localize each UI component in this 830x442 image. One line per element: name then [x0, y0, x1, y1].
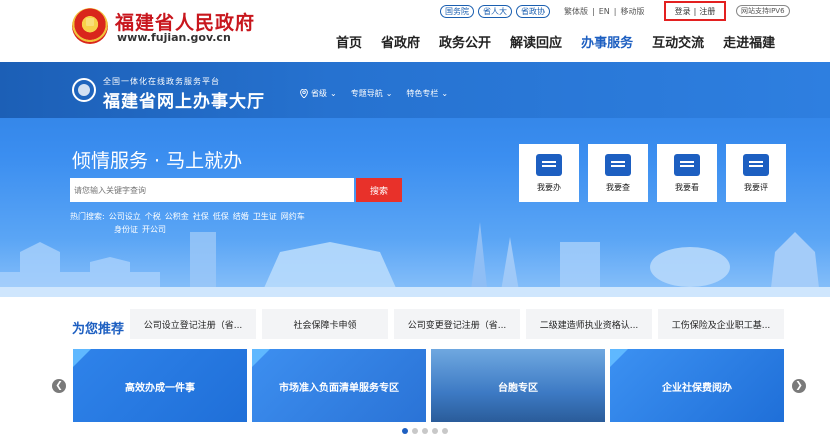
link-cppcc[interactable]: 省政协 — [516, 4, 550, 18]
search-input[interactable] — [70, 178, 354, 202]
carousel-prev-button[interactable]: ❮ — [52, 379, 66, 393]
new-tag — [610, 349, 628, 367]
region-label: 省级 — [311, 89, 327, 98]
carousel-dot[interactable] — [442, 428, 448, 434]
nav-government[interactable]: 省政府 — [381, 32, 420, 51]
chevron-down-icon: ⌄ — [330, 89, 337, 98]
carousel-dot[interactable] — [432, 428, 438, 434]
feature-card-label: 市场准入负面清单服务专区 — [279, 383, 399, 394]
link-provincial-congress[interactable]: 省人大 — [478, 4, 512, 18]
carousel-dot[interactable] — [412, 428, 418, 434]
quick-action-query[interactable]: 我要查 — [588, 144, 648, 202]
chevron-left-icon: ❮ — [55, 381, 63, 391]
feature-card-label: 高效办成一件事 — [125, 383, 195, 394]
chevron-down-icon: ⌄ — [441, 89, 449, 98]
login-link[interactable]: 登录 — [675, 6, 691, 17]
platform-title[interactable]: 福建省网上办事大厅 — [103, 87, 265, 112]
special-column-nav[interactable]: 特色专栏 ⌄ — [406, 88, 448, 99]
recommend-label: 为您推荐 — [72, 322, 125, 337]
quick-action-label: 我要查 — [606, 182, 630, 192]
platform-subtitle: 全国一体化在线政务服务平台 — [103, 77, 220, 86]
hero-slogan: 倾情服务 · 马上就办 — [72, 150, 243, 172]
location-pin-icon — [300, 89, 308, 98]
register-link[interactable]: 注册 — [699, 6, 715, 17]
chevron-right-icon: ❯ — [795, 381, 803, 391]
hero-banner: 全国一体化在线政务服务平台 福建省网上办事大厅 省级 ⌄ 专题导航 ⌄ 特色专栏… — [0, 62, 830, 297]
quick-action-label: 我要办 — [537, 182, 561, 192]
doc-icon — [536, 153, 562, 176]
link-state-council[interactable]: 国务院 — [440, 4, 474, 18]
login-register-box: 登录 | 注册 — [664, 1, 726, 21]
city-skyline-illustration — [0, 222, 830, 297]
new-tag — [73, 349, 91, 367]
special-column-label: 特色专栏 — [406, 89, 439, 98]
site-url: www.fujian.gov.cn — [117, 31, 231, 44]
top-links: 国务院 省人大 省政协 繁体版 | EN | 移动版 — [440, 4, 644, 18]
platform-nav: 省级 ⌄ 专题导航 ⌄ 特色专栏 ⌄ — [300, 88, 448, 99]
carousel-dot[interactable] — [422, 428, 428, 434]
feature-card-taiwan[interactable]: 台胞专区 — [431, 349, 605, 422]
nav-interpretation[interactable]: 解读回应 — [510, 32, 562, 51]
main-nav: 首页 省政府 政务公开 解读回应 办事服务 互动交流 走进福建 — [336, 32, 775, 51]
nav-interaction[interactable]: 互动交流 — [652, 32, 704, 51]
feature-card-label: 台胞专区 — [498, 383, 538, 394]
chat-icon — [743, 153, 769, 176]
recommend-item[interactable]: 公司变更登记注册（省... — [394, 309, 520, 339]
topic-nav-label: 专题导航 — [350, 89, 383, 98]
nav-about-fujian[interactable]: 走进福建 — [723, 32, 775, 51]
site-header: 福建省人民政府 www.fujian.gov.cn 国务院 省人大 省政协 繁体… — [0, 0, 830, 62]
carousel-dot[interactable] — [402, 428, 408, 434]
quick-action-view[interactable]: 我要看 — [657, 144, 717, 202]
link-traditional[interactable]: 繁体版 — [564, 6, 588, 17]
quick-action-label: 我要评 — [744, 182, 768, 192]
platform-emblem-icon — [72, 78, 96, 102]
feature-card-label: 企业社保费阅办 — [662, 383, 732, 394]
recommend-item[interactable]: 公司设立登记注册（省... — [130, 309, 256, 339]
feature-card-market-access[interactable]: 市场准入负面清单服务专区 — [252, 349, 426, 422]
region-selector[interactable]: 省级 ⌄ — [300, 88, 337, 99]
link-mobile[interactable]: 移动版 — [620, 6, 644, 17]
nav-services[interactable]: 办事服务 — [581, 32, 633, 51]
quick-action-do[interactable]: 我要办 — [519, 144, 579, 202]
feature-card-social-security[interactable]: 企业社保费阅办 — [610, 349, 784, 422]
monitor-search-icon — [605, 153, 631, 176]
search-button[interactable]: 搜索 — [356, 178, 402, 202]
recommend-item[interactable]: 工伤保险及企业职工基... — [658, 309, 784, 339]
feature-card-efficient[interactable]: 高效办成一件事 — [73, 349, 247, 422]
recommend-item[interactable]: 社会保障卡申领 — [262, 309, 388, 339]
link-english[interactable]: EN — [599, 7, 610, 16]
national-emblem-icon — [72, 8, 108, 44]
topic-nav[interactable]: 专题导航 ⌄ — [351, 88, 393, 99]
chevron-down-icon: ⌄ — [385, 89, 393, 98]
new-tag — [252, 349, 270, 367]
recommend-item[interactable]: 二级建造师执业资格认... — [526, 309, 652, 339]
carousel-dots — [402, 428, 448, 434]
view-icon — [674, 153, 700, 176]
nav-home[interactable]: 首页 — [336, 32, 362, 51]
carousel-next-button[interactable]: ❯ — [792, 379, 806, 393]
ipv6-badge: 网站支持IPV6 — [736, 5, 790, 17]
quick-action-evaluate[interactable]: 我要评 — [726, 144, 786, 202]
nav-open-affairs[interactable]: 政务公开 — [439, 32, 491, 51]
page: 福建省人民政府 www.fujian.gov.cn 国务院 省人大 省政协 繁体… — [0, 0, 830, 442]
quick-action-label: 我要看 — [675, 182, 699, 192]
